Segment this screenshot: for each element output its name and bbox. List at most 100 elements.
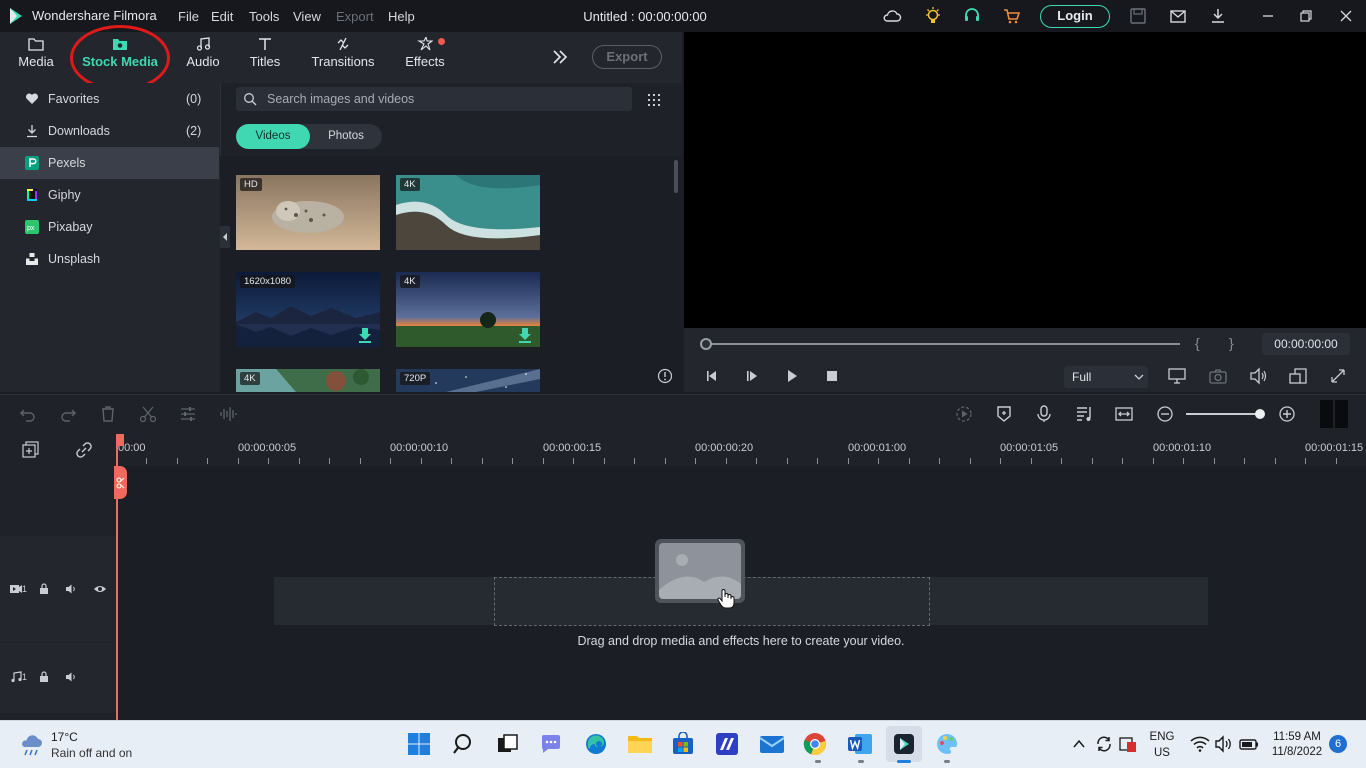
mark-out-button[interactable]: }: [1229, 335, 1234, 351]
more-tabs-chevron-icon[interactable]: [551, 48, 569, 66]
language-indicator[interactable]: ENG: [1146, 731, 1178, 743]
sidebar-item-pixabay[interactable]: px Pixabay: [0, 211, 219, 243]
thumbnail-item[interactable]: 4K: [396, 175, 540, 250]
previous-frame-icon[interactable]: [704, 368, 720, 384]
wifi-icon[interactable]: [1190, 735, 1210, 753]
track-volume-icon[interactable]: [65, 671, 77, 683]
marker-shield-icon[interactable]: [994, 404, 1014, 424]
clock-time[interactable]: 11:59 AM: [1266, 731, 1328, 743]
search-input[interactable]: Search images and videos: [236, 87, 632, 111]
sidebar-item-pexels[interactable]: Pexels: [0, 147, 219, 179]
render-preview-icon[interactable]: [1167, 367, 1187, 385]
tab-transitions[interactable]: Transitions: [310, 37, 376, 69]
cloud-icon[interactable]: [882, 6, 902, 26]
delete-trash-icon[interactable]: [98, 404, 118, 424]
add-track-icon[interactable]: [22, 441, 40, 459]
tab-audio[interactable]: Audio: [182, 37, 224, 69]
restore-icon[interactable]: [1296, 6, 1316, 26]
snapshot-camera-icon[interactable]: [1208, 367, 1228, 385]
fullscreen-icon[interactable]: [1328, 367, 1348, 385]
render-icon[interactable]: [954, 404, 974, 424]
close-icon[interactable]: [1336, 6, 1356, 26]
mark-in-button[interactable]: {: [1195, 335, 1200, 351]
fit-timeline-icon[interactable]: [1114, 404, 1134, 424]
minimize-icon[interactable]: [1258, 6, 1278, 26]
track-volume-icon[interactable]: [65, 583, 77, 595]
stop-icon[interactable]: [824, 368, 840, 384]
content-scrollbar[interactable]: [674, 160, 678, 193]
zoom-slider-handle[interactable]: [1255, 409, 1265, 419]
headset-support-icon[interactable]: [962, 6, 982, 26]
keyboard-layout[interactable]: US: [1146, 747, 1178, 759]
clock-date[interactable]: 11/8/2022: [1266, 746, 1328, 758]
redo-icon[interactable]: [58, 404, 78, 424]
collapse-sidebar-arrow-icon[interactable]: [220, 226, 230, 248]
sync-icon[interactable]: [1095, 735, 1113, 753]
thumbnail-item[interactable]: 1620x1080: [236, 272, 380, 347]
paint-app-icon[interactable]: [935, 732, 959, 756]
sidebar-item-giphy[interactable]: Giphy: [0, 179, 219, 211]
filmora-taskbar-button[interactable]: [886, 726, 922, 762]
vpn-app-icon[interactable]: [715, 732, 739, 756]
task-view-icon[interactable]: [496, 732, 520, 756]
sidebar-item-favorites[interactable]: Favorites (0): [0, 83, 219, 115]
tray-app-icon[interactable]: [1119, 735, 1137, 753]
play-icon[interactable]: [784, 368, 800, 384]
eye-visibility-icon[interactable]: [93, 583, 107, 595]
zoom-slider[interactable]: [1186, 413, 1260, 415]
lock-icon[interactable]: [38, 671, 50, 683]
mail-icon[interactable]: [1168, 6, 1188, 26]
segment-photos[interactable]: Photos: [310, 124, 382, 149]
file-explorer-icon[interactable]: [627, 732, 653, 756]
show-hidden-icons-chevron-icon[interactable]: [1072, 737, 1086, 751]
microphone-icon[interactable]: [1034, 404, 1054, 424]
display-ratio-icon[interactable]: [1288, 367, 1308, 385]
weather-description[interactable]: Rain off and on: [51, 746, 132, 760]
export-button[interactable]: Export: [592, 45, 662, 69]
segment-videos[interactable]: Videos: [236, 124, 310, 149]
thumbnail-item[interactable]: 4K: [396, 272, 540, 347]
grid-view-icon[interactable]: [646, 92, 662, 108]
notification-badge[interactable]: 6: [1329, 735, 1347, 753]
download-update-icon[interactable]: [1208, 6, 1228, 26]
lightbulb-icon[interactable]: [923, 6, 943, 26]
thumbnail-item[interactable]: 720P: [396, 369, 540, 392]
zoom-in-icon[interactable]: [1278, 405, 1296, 423]
edge-browser-icon[interactable]: [584, 732, 608, 756]
preview-scrubber[interactable]: [706, 343, 1180, 345]
adjust-sliders-icon[interactable]: [178, 404, 198, 424]
tab-media[interactable]: Media: [14, 37, 58, 69]
zoom-out-icon[interactable]: [1156, 405, 1174, 423]
link-icon[interactable]: [75, 441, 93, 459]
volume-icon[interactable]: [1248, 367, 1268, 385]
save-icon[interactable]: [1128, 6, 1148, 26]
undo-icon[interactable]: [18, 404, 38, 424]
audio-mixer-icon[interactable]: [1074, 404, 1094, 424]
weather-rain-icon[interactable]: [18, 731, 46, 759]
scrubber-handle[interactable]: [700, 338, 712, 350]
audio-waveform-icon[interactable]: [218, 404, 238, 424]
info-icon[interactable]: [657, 368, 673, 384]
taskbar-search-icon[interactable]: [452, 732, 476, 756]
microsoft-store-icon[interactable]: [671, 732, 695, 756]
sidebar-item-unsplash[interactable]: Unsplash: [0, 243, 219, 275]
login-button[interactable]: Login: [1040, 5, 1110, 28]
cart-icon[interactable]: [1002, 6, 1022, 26]
chrome-browser-icon[interactable]: [803, 732, 827, 756]
playback-quality-select[interactable]: Full: [1064, 366, 1148, 388]
thumbnail-item[interactable]: 4K: [236, 369, 380, 392]
weather-temperature[interactable]: 17°C: [51, 730, 78, 744]
playhead-handle[interactable]: [114, 466, 127, 499]
mail-app-icon[interactable]: [759, 732, 785, 756]
cut-scissors-icon[interactable]: [138, 404, 158, 424]
thumbnail-item[interactable]: HD: [236, 175, 380, 250]
sidebar-item-downloads[interactable]: Downloads (2): [0, 115, 219, 147]
tab-titles[interactable]: Titles: [244, 37, 286, 69]
layout-toggle-icon[interactable]: [1320, 400, 1348, 428]
lock-icon[interactable]: [38, 583, 50, 595]
speaker-icon[interactable]: [1214, 735, 1234, 753]
windows-start-icon[interactable]: [407, 732, 431, 756]
teams-chat-icon[interactable]: [539, 732, 563, 756]
next-frame-icon[interactable]: [744, 368, 760, 384]
word-app-icon[interactable]: [847, 732, 873, 756]
